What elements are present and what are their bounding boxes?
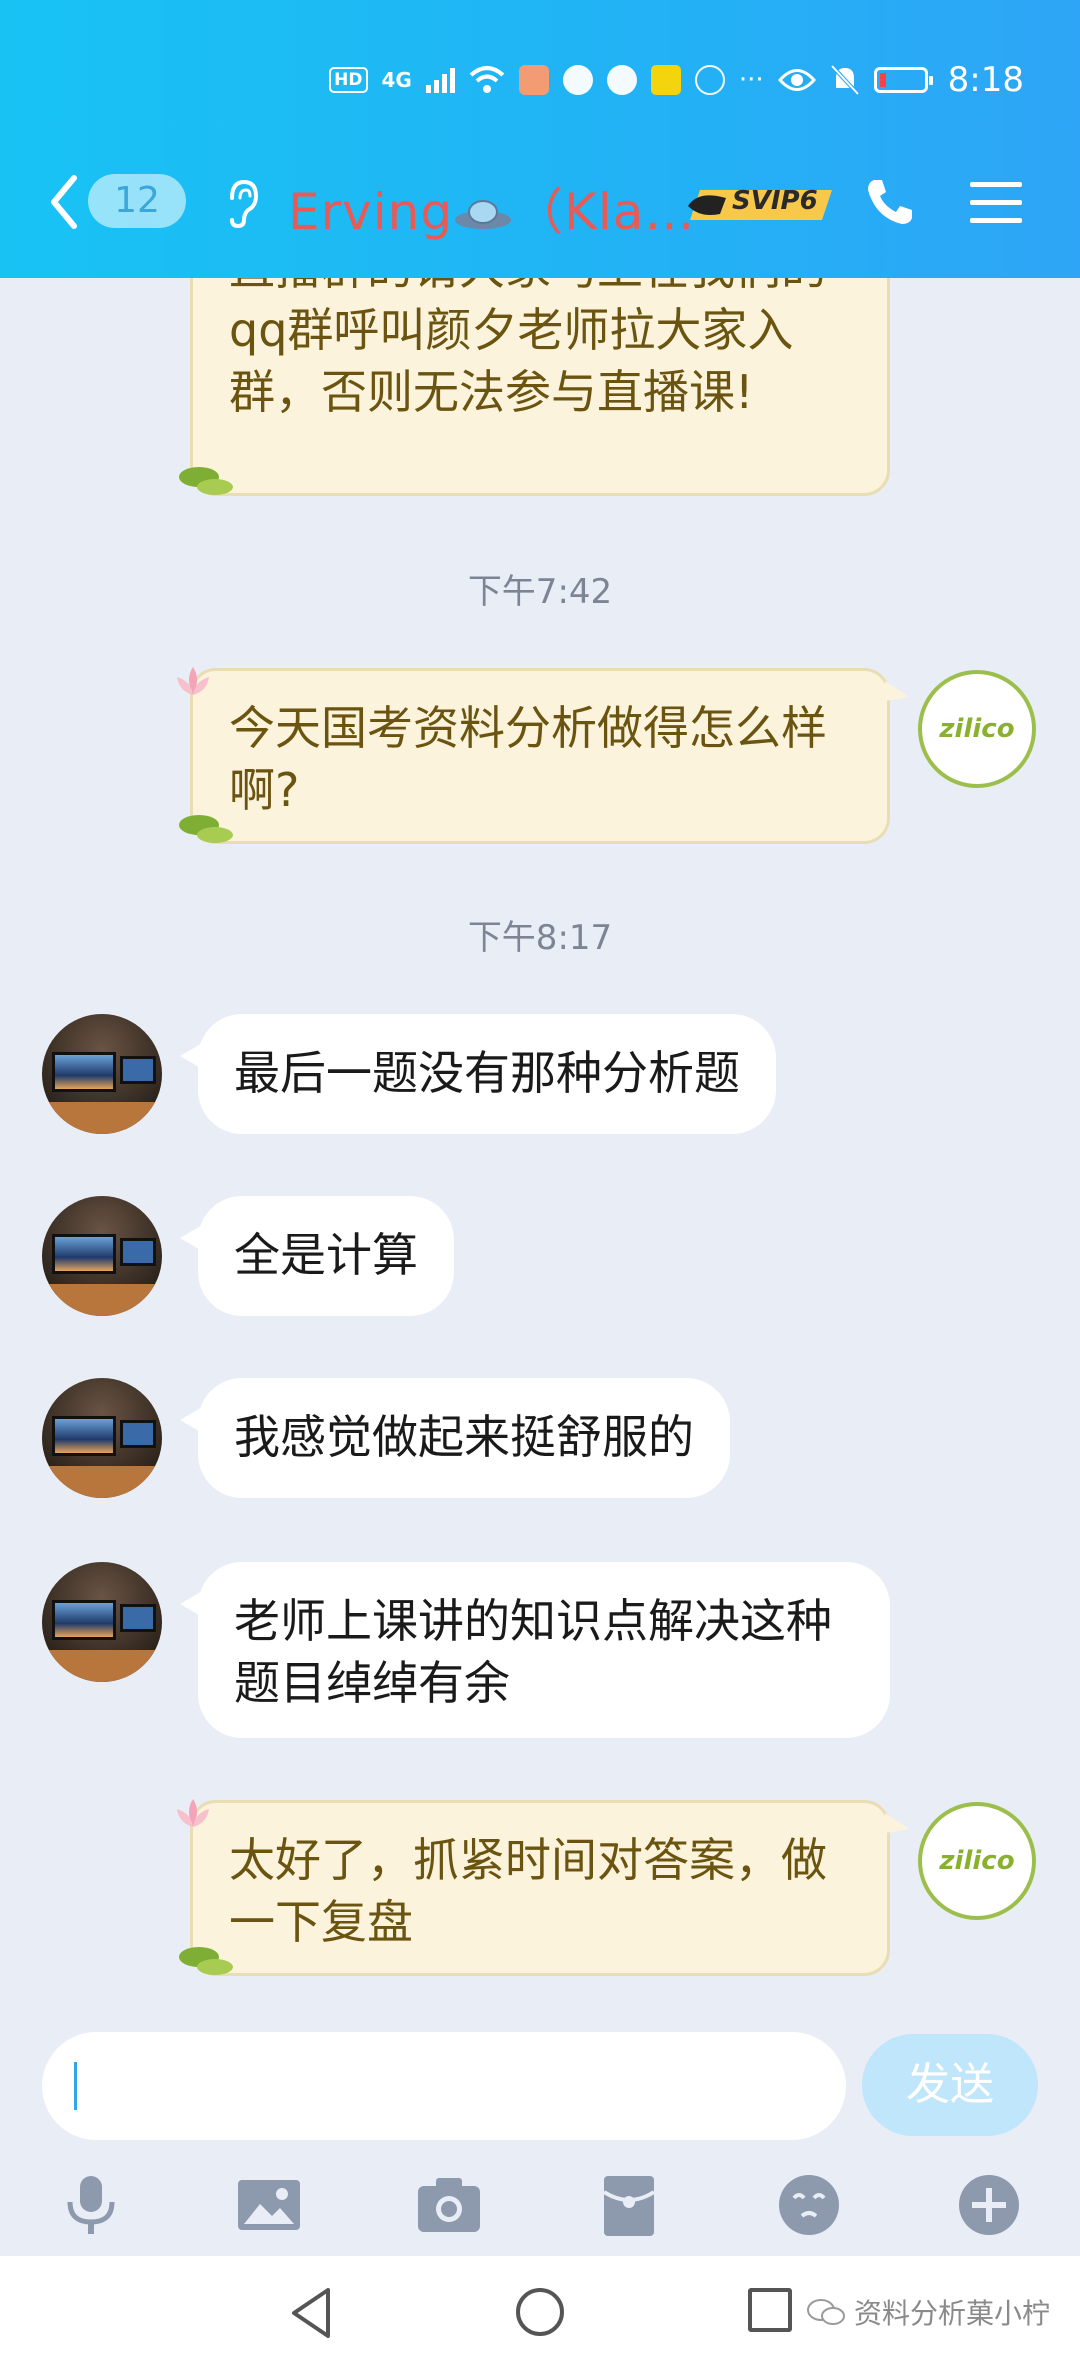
contact-avatar[interactable] xyxy=(42,1014,162,1134)
battery-icon xyxy=(873,67,933,93)
message-text: 老师上课讲的知识点解决这种题目绰绰有余 xyxy=(234,1594,832,1710)
message-bubble-in[interactable]: 最后一题没有那种分析题 xyxy=(180,1014,776,1134)
message-text: 全是计算 xyxy=(234,1228,418,1282)
avatar-logo-text: zilico xyxy=(939,714,1015,744)
more-notifications-icon: ··· xyxy=(738,65,764,95)
contact-name: Erving xyxy=(288,183,454,241)
unread-count-badge[interactable]: 12 xyxy=(88,174,186,228)
signal-icon xyxy=(425,67,455,93)
yy-app-icon xyxy=(650,65,681,95)
watermark: 资料分析菓小柠 xyxy=(806,2292,1050,2332)
contact-remark: （Kla… xyxy=(513,183,696,241)
health-app-icon xyxy=(518,65,549,95)
message-bubble-out[interactable]: 今天国考资料分析做得怎么样啊? xyxy=(177,667,909,844)
input-bar: 发送 xyxy=(0,2020,1080,2256)
message-bubble-out[interactable]: 直播群的请大家马上在我们的qq群呼叫颜夕老师拉大家入群，否则无法参与直播课! xyxy=(179,278,890,496)
status-time: 8:18 xyxy=(947,60,1024,100)
hand-app-icon xyxy=(606,65,637,95)
app-icon xyxy=(694,65,725,95)
text-cursor xyxy=(74,2062,77,2110)
leaf-decoration-icon xyxy=(179,815,233,843)
message-text: 我感觉做起来挺舒服的 xyxy=(234,1410,694,1464)
message-input[interactable] xyxy=(42,2032,846,2140)
app-notification-icon xyxy=(562,65,593,95)
wechat-icon xyxy=(807,2299,845,2325)
wifi-icon xyxy=(469,66,505,93)
lotus-decoration-icon xyxy=(177,1799,209,1827)
nav-home-icon[interactable] xyxy=(516,2288,564,2336)
svip-badge: SVIP6 xyxy=(686,184,836,224)
svip-label: SVIP6 xyxy=(732,186,818,216)
network-type: 4G xyxy=(381,68,412,92)
avatar-logo-text: zilico xyxy=(939,1846,1015,1876)
message-text: 太好了，抓紧时间对答案，做一下复盘 xyxy=(229,1833,827,1949)
system-navigation-bar: 资料分析菓小柠 xyxy=(0,2256,1080,2376)
hd-indicator: HD xyxy=(329,67,368,93)
message-bubble-in[interactable]: 我感觉做起来挺舒服的 xyxy=(180,1378,730,1498)
message-bubble-out[interactable]: 太好了，抓紧时间对答案，做一下复盘 xyxy=(177,1799,909,1976)
leaf-decoration-icon xyxy=(179,467,233,495)
lotus-decoration-icon xyxy=(177,667,209,695)
input-toolbar xyxy=(0,2170,1080,2250)
camera-icon[interactable] xyxy=(414,2170,484,2240)
contact-avatar[interactable] xyxy=(42,1196,162,1316)
message-text: 最后一题没有那种分析题 xyxy=(234,1046,740,1100)
status-bar: HD 4G ··· 8:18 xyxy=(329,58,1024,102)
my-avatar[interactable]: zilico xyxy=(918,1802,1036,1920)
eye-icon xyxy=(777,69,816,91)
message-text: 直播群的请大家马上在我们的qq群呼叫颜夕老师拉大家入群，否则无法参与直播课! xyxy=(229,278,827,419)
emoji-icon[interactable] xyxy=(774,2170,844,2240)
nav-bar: 12 Erving （Kla… SVIP6 xyxy=(0,162,1080,242)
message-text: 今天国考资料分析做得怎么样啊? xyxy=(229,701,827,817)
message-bubble-in[interactable]: 老师上课讲的知识点解决这种题目绰绰有余 xyxy=(180,1562,890,1738)
back-button[interactable] xyxy=(44,170,84,234)
plus-icon[interactable] xyxy=(954,2170,1024,2240)
send-button[interactable]: 发送 xyxy=(862,2034,1038,2136)
timestamp: 下午8:17 xyxy=(467,918,613,958)
chat-title[interactable]: Erving （Kla… xyxy=(288,172,695,244)
timestamp: 下午7:42 xyxy=(467,572,613,612)
chat-header: HD 4G ··· 8:18 12 Erving （Kla… SVIP6 xyxy=(0,0,1080,278)
watermark-text: 资料分析菓小柠 xyxy=(854,2297,1051,2330)
nav-recents-icon[interactable] xyxy=(748,2288,792,2332)
menu-icon[interactable] xyxy=(968,176,1024,228)
leaf-decoration-icon xyxy=(179,1947,233,1975)
nav-back-icon[interactable] xyxy=(286,2284,336,2342)
message-list[interactable]: 直播群的请大家马上在我们的qq群呼叫颜夕老师拉大家入群，否则无法参与直播课! 下… xyxy=(0,278,1080,2020)
ufo-icon xyxy=(455,199,512,229)
red-packet-icon[interactable] xyxy=(594,2170,664,2240)
my-avatar[interactable]: zilico xyxy=(918,670,1036,788)
mute-icon xyxy=(830,64,860,96)
message-bubble-in[interactable]: 全是计算 xyxy=(180,1196,454,1316)
phone-icon[interactable] xyxy=(862,174,918,230)
microphone-icon[interactable] xyxy=(56,2170,126,2240)
image-icon[interactable] xyxy=(234,2170,304,2240)
contact-avatar[interactable] xyxy=(42,1562,162,1682)
ear-mode-icon[interactable] xyxy=(222,178,262,230)
contact-avatar[interactable] xyxy=(42,1378,162,1498)
